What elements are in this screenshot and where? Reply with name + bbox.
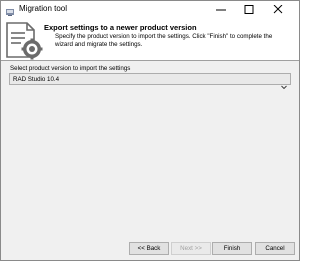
settings-document-icon	[3, 21, 43, 61]
maximize-icon	[244, 5, 254, 14]
back-button[interactable]: << Back	[129, 242, 169, 255]
maximize-button[interactable]	[238, 1, 260, 18]
minimize-icon	[216, 9, 226, 11]
minimize-button[interactable]	[210, 1, 232, 18]
wizard-header: Export settings to a newer product versi…	[1, 18, 299, 60]
wizard-description: Specify the product version to import th…	[55, 33, 273, 48]
version-select-label: Select product version to import the set…	[10, 65, 131, 72]
header-divider	[1, 60, 299, 61]
window-title: Migration tool	[19, 4, 68, 13]
wizard-window: Migration tool Export settings to a newe…	[0, 0, 300, 261]
finish-button[interactable]: Finish	[212, 242, 252, 255]
close-button[interactable]	[267, 1, 289, 18]
migration-tool-app-icon	[5, 4, 15, 16]
chevron-down-icon	[281, 77, 287, 90]
cancel-button[interactable]: Cancel	[255, 242, 295, 255]
close-icon	[273, 5, 283, 14]
next-button[interactable]: Next >>	[171, 242, 211, 255]
version-select-value: RAD Studio 10.4	[13, 76, 60, 83]
wizard-title: Export settings to a newer product versi…	[44, 23, 197, 32]
title-bar[interactable]: Migration tool	[1, 1, 299, 18]
version-select[interactable]: RAD Studio 10.4	[9, 73, 291, 90]
